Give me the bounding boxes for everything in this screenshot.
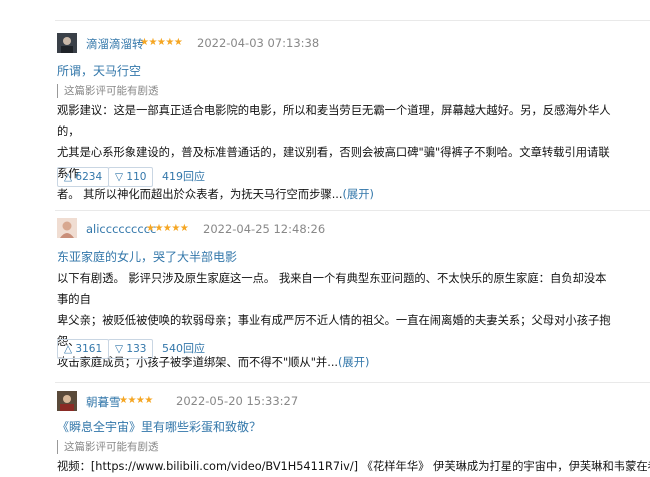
review-card: 朝暮雪 ★★★★ 2022-05-20 15:33:27 《瞬息全宇宙》里有哪些…: [0, 0, 650, 473]
spoiler-notice: 这篇影评可能有剧透: [57, 440, 159, 454]
avatar[interactable]: [57, 391, 77, 411]
rating-stars: ★★★★: [119, 395, 153, 406]
review-title[interactable]: 《瞬息全宇宙》里有哪些彩蛋和致敬？: [57, 418, 261, 435]
divider: [55, 382, 650, 383]
review-time: 2022-05-20 15:33:27: [176, 394, 299, 408]
excerpt-line: 视频：[https://www.bilibili.com/video/BV1H5…: [57, 460, 650, 473]
review-excerpt: 视频：[https://www.bilibili.com/video/BV1H5…: [57, 456, 650, 477]
author-name[interactable]: 朝暮雪: [86, 394, 121, 410]
